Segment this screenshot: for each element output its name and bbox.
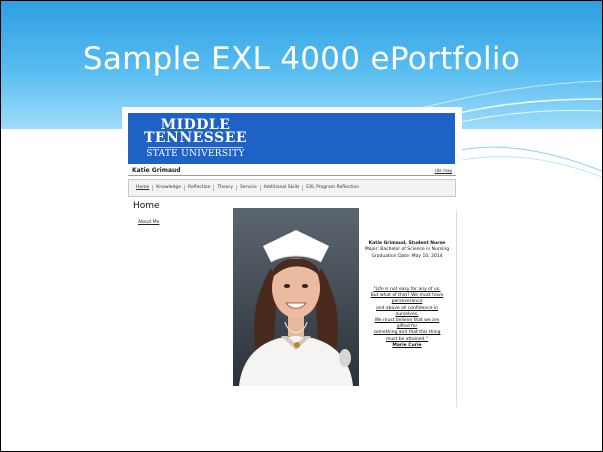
presentation-slide: Sample EXL 4000 ePortfolio MIDDLE TENNES… — [0, 0, 603, 452]
quote-line: something and that this thing — [373, 330, 441, 336]
page-title: Home — [133, 201, 160, 211]
nav-item-home[interactable]: Home — [133, 185, 152, 191]
logo-text-tennessee: TENNESSEE — [143, 130, 248, 146]
profile-details: Katie Grimaud, Student Nurse Major: Bach… — [361, 241, 453, 260]
site-navigation-bar: Home Knowledge Reflection Theory Service Addi… — [128, 179, 456, 197]
nav-item-exl-program-reflection[interactable]: EXL Program Reflection — [302, 185, 362, 191]
nav-item-reflection[interactable]: Reflection — [184, 185, 213, 191]
nav-list: Home Knowledge Reflection Theory Service Addi… — [129, 180, 455, 196]
page-scrollbar[interactable] — [456, 211, 457, 407]
quote-author: Marie Curie — [392, 342, 422, 348]
profile-major: Major: Bachelor of Science in Nursing — [364, 247, 450, 253]
quote-block: "Life is not easy for any of us. But what… — [361, 287, 453, 349]
eportfolio-screenshot: MIDDLE TENNESSEE STATE UNIVERSITY Katie … — [122, 107, 462, 407]
site-map-link[interactable]: site map — [435, 168, 452, 173]
nav-item-knowledge[interactable]: Knowledge — [152, 185, 184, 191]
logo-rule — [148, 147, 243, 148]
site-owner-name: Katie Grimaud — [132, 167, 181, 174]
university-logo-banner: MIDDLE TENNESSEE STATE UNIVERSITY — [128, 113, 455, 164]
nav-item-additional-skills[interactable]: Additional Skills — [259, 185, 303, 191]
profile-graduation: Graduation Date: May 10, 2014 — [371, 253, 443, 259]
sidebar-link-about-me[interactable]: About Me — [138, 220, 159, 225]
logo-text-state-university: STATE UNIVERSITY — [146, 149, 245, 159]
nav-item-theory[interactable]: Theory — [213, 185, 236, 191]
nav-item-service[interactable]: Service — [236, 185, 260, 191]
quote-text: "Life is not easy for any of us. But what… — [361, 287, 453, 343]
profile-photo — [233, 208, 359, 386]
header-divider — [128, 175, 456, 176]
